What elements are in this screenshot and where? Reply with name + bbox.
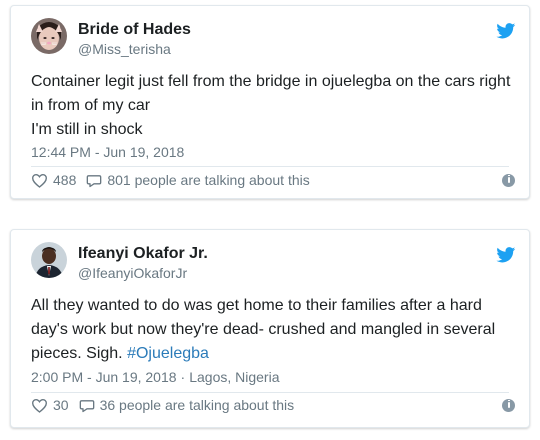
timestamp-link[interactable]: 2:00 PM - Jun 19, 2018	[31, 369, 177, 385]
divider	[31, 166, 509, 167]
divider	[31, 392, 509, 393]
tweet-text-line: day's work but now they're dead- crushed…	[31, 321, 496, 338]
tweet-text: Container legit just fell from the bridg…	[31, 70, 521, 142]
avatar[interactable]	[31, 18, 67, 54]
talking-count: 801 people are talking about this	[107, 172, 310, 188]
like-count: 30	[53, 397, 69, 413]
author-handle[interactable]: @Miss_terisha	[78, 41, 171, 57]
tweet-text-line: All they wanted to do was get home to th…	[31, 297, 482, 314]
tweet-card: Ifeanyi Okafor Jr. @IfeanyiOkaforJr All …	[10, 229, 530, 428]
heart-icon	[31, 173, 48, 188]
hashtag-link[interactable]: #Ojuelegba	[127, 345, 209, 362]
tweet-card: Bride of Hades @Miss_terisha Container l…	[10, 5, 530, 199]
speech-bubble-icon	[79, 399, 94, 412]
location-link[interactable]: Lagos, Nigeria	[189, 369, 279, 385]
conversation-link[interactable]: 36 people are talking about this	[79, 397, 295, 413]
tweet-actions: 488 801 people are talking about this	[31, 170, 515, 190]
like-button[interactable]: 488	[31, 172, 76, 188]
speech-bubble-icon	[87, 174, 102, 187]
tweet-text-line: I'm still in shock	[31, 121, 143, 138]
heart-icon	[31, 398, 48, 413]
timestamp-link[interactable]: 12:44 PM - Jun 19, 2018	[31, 144, 184, 160]
tweet-text: All they wanted to do was get home to th…	[31, 294, 521, 366]
author-name[interactable]: Ifeanyi Okafor Jr.	[78, 245, 208, 263]
twitter-bird-icon[interactable]	[496, 247, 516, 263]
tweet-text-fragment: pieces. Sigh.	[31, 345, 128, 362]
author-name[interactable]: Bride of Hades	[78, 21, 191, 39]
talking-count: 36 people are talking about this	[99, 397, 295, 413]
avatar[interactable]	[31, 242, 67, 278]
meta-separator: ·	[180, 369, 186, 385]
info-icon[interactable]	[502, 398, 515, 412]
tweet-text-line: in from of my car	[31, 97, 151, 114]
author-handle[interactable]: @IfeanyiOkaforJr	[78, 265, 187, 281]
info-icon[interactable]	[502, 173, 515, 187]
tweet-meta: 2:00 PM - Jun 19, 2018 · Lagos, Nigeria	[31, 369, 280, 385]
tweet-text-line: Container legit just fell from the bridg…	[31, 73, 511, 90]
like-button[interactable]: 30	[31, 397, 69, 413]
conversation-link[interactable]: 801 people are talking about this	[86, 172, 310, 188]
twitter-bird-icon[interactable]	[496, 23, 516, 39]
tweet-meta: 12:44 PM - Jun 19, 2018	[31, 144, 184, 160]
tweet-actions: 30 36 people are talking about this	[31, 395, 515, 415]
like-count: 488	[53, 172, 77, 188]
tweet-text-line: pieces. Sigh. #Ojuelegba	[31, 342, 521, 366]
